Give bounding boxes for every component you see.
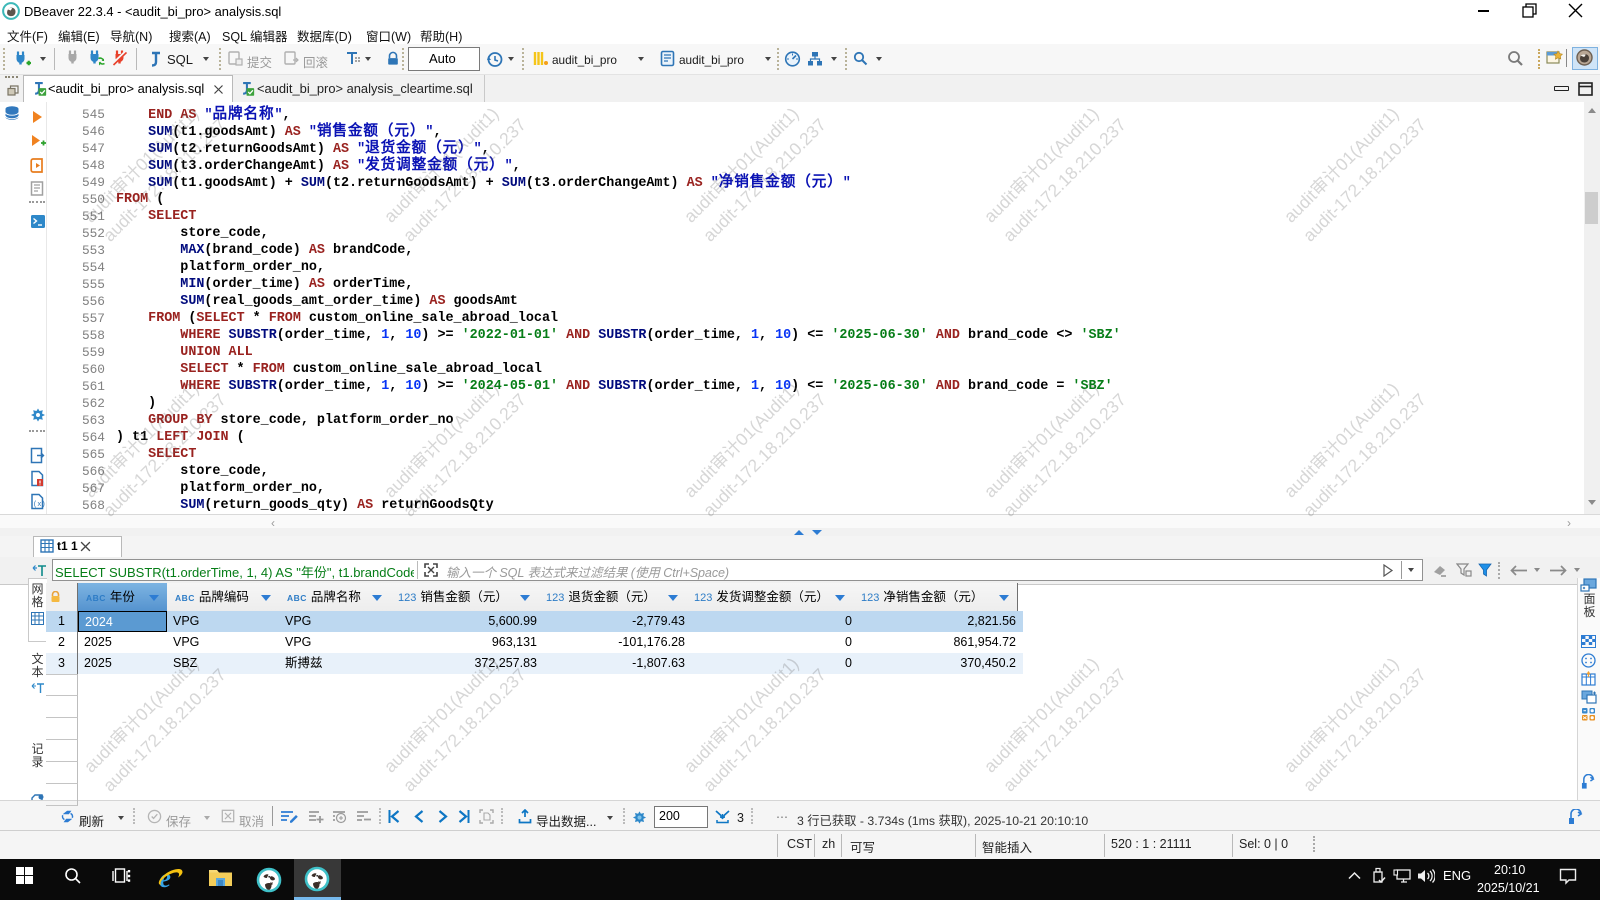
- svg-text:(x): (x): [33, 501, 45, 509]
- svg-text:e: e: [159, 864, 171, 892]
